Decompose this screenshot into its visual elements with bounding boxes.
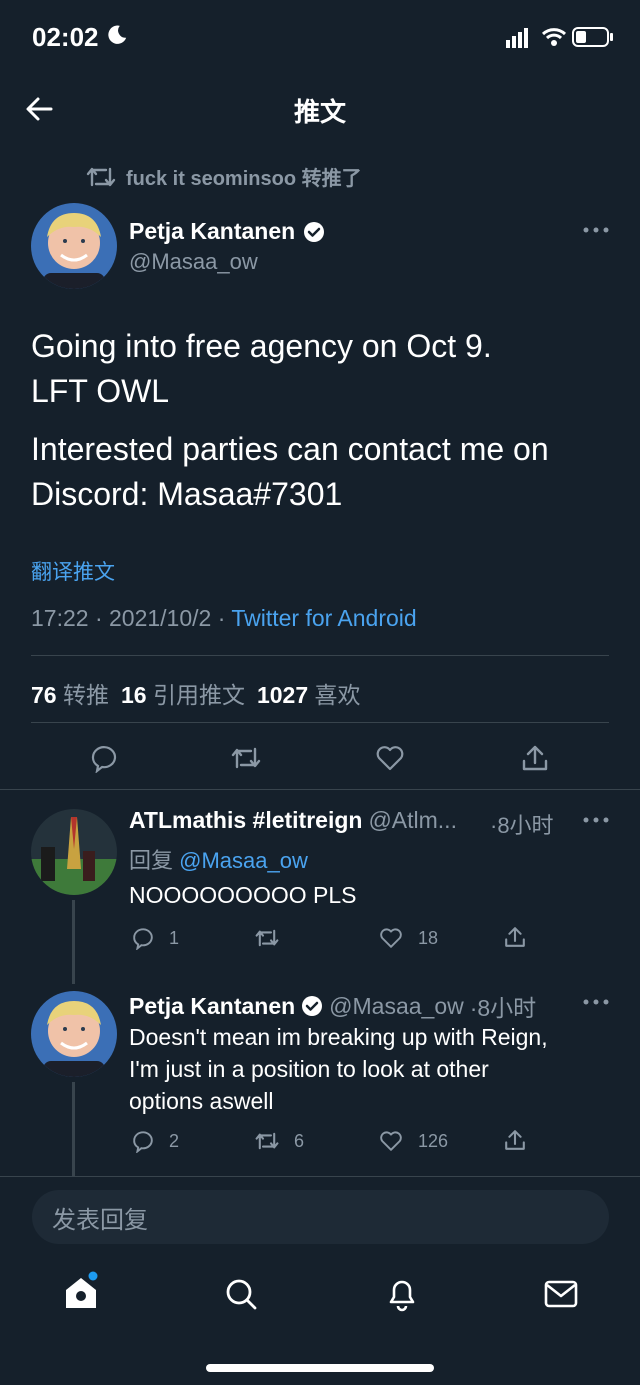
heart-icon[interactable] — [375, 743, 405, 773]
divider — [31, 722, 609, 723]
reply-count: 2 — [169, 1130, 180, 1151]
retweet-icon — [86, 167, 116, 186]
reply-action[interactable]: 1 — [131, 926, 179, 950]
author-name[interactable]: Petja Kantanen — [129, 218, 295, 245]
thread-line — [72, 900, 75, 984]
tweet-line: Going into free agency on Oct 9. — [31, 328, 492, 364]
share-icon[interactable] — [520, 743, 550, 773]
avatar[interactable] — [31, 203, 117, 289]
more-icon[interactable] — [583, 998, 609, 1006]
home-icon — [66, 1271, 98, 1308]
retweet-action[interactable] — [254, 926, 280, 950]
more-icon[interactable] — [583, 816, 609, 824]
reply-avatar[interactable] — [31, 991, 117, 1077]
heart-icon — [380, 928, 402, 948]
thread-line — [72, 1082, 75, 1176]
reply-line: options aswell — [129, 1088, 274, 1114]
divider — [0, 789, 640, 790]
like-count: 18 — [418, 927, 439, 948]
like-action[interactable]: 18 — [378, 926, 438, 950]
reply-author-handle[interactable]: @Masaa_ow — [329, 993, 464, 1020]
like-action[interactable]: 126 — [378, 1129, 448, 1153]
search-icon[interactable] — [224, 1277, 258, 1311]
likes-stat[interactable]: 1027 喜欢 — [257, 676, 361, 710]
reply-author-name[interactable]: Petja Kantanen — [129, 993, 295, 1020]
tweet-source[interactable]: Twitter for Android — [231, 605, 416, 631]
author-handle[interactable]: @Masaa_ow — [129, 249, 258, 275]
battery-icon — [572, 27, 613, 47]
share-icon[interactable] — [503, 925, 527, 949]
replying-to-prefix: 回复 — [129, 848, 174, 873]
composer-placeholder: 发表回复 — [52, 1206, 148, 1234]
reply-time: ·8小时 — [490, 813, 554, 838]
retweets-stat[interactable]: 76 转推 — [31, 676, 109, 710]
share-icon[interactable] — [503, 1128, 527, 1152]
reply-author-handle[interactable]: @Atlm... — [368, 807, 457, 834]
do-not-disturb-moon-icon — [108, 25, 127, 44]
reply-composer-input[interactable]: 发表回复 — [32, 1190, 609, 1244]
mail-icon[interactable] — [544, 1280, 578, 1308]
heart-icon — [380, 1131, 402, 1151]
quotes-stat[interactable]: 16 引用推文 — [121, 676, 245, 710]
tweet-line: Interested parties can contact me on — [31, 431, 549, 467]
verified-badge-icon — [302, 996, 323, 1016]
retweets-count: 76 — [31, 682, 57, 708]
retweeted-by-text: fuck it seominsoo 转推了 — [126, 168, 362, 190]
replying-to-handle[interactable]: @Masaa_ow — [179, 848, 308, 873]
retweet-count: 6 — [294, 1130, 305, 1151]
tweet-stats: 76 转推 16 引用推文 1027 喜欢 — [31, 676, 361, 710]
retweet-icon — [255, 1132, 279, 1150]
translate-link[interactable]: 翻译推文 — [31, 556, 115, 586]
quotes-label: 引用推文 — [152, 682, 245, 708]
reply-line: I'm just in a position to look at other — [129, 1056, 489, 1082]
bell-icon[interactable] — [385, 1276, 419, 1312]
wifi-icon — [541, 28, 567, 46]
likes-label: 喜欢 — [314, 682, 361, 708]
retweet-icon[interactable] — [231, 743, 261, 773]
retweet-icon — [255, 929, 279, 947]
reply-author-name[interactable]: ATLmathis #letitreign — [129, 807, 362, 834]
page-title: 推文 — [293, 97, 346, 127]
reply-time: ·8小时 — [469, 995, 537, 1021]
quotes-count: 16 — [120, 682, 147, 708]
divider — [31, 655, 609, 656]
tweet-line: Discord: Masaa#7301 — [31, 476, 343, 512]
tweet-text: Going into free agency on Oct 9. LFT OWL… — [31, 324, 611, 517]
retweets-label: 转推 — [62, 682, 109, 708]
more-icon[interactable] — [583, 226, 609, 234]
reply-line: Doesn't mean im breaking up with Reign, — [129, 1024, 548, 1050]
reply-icon — [133, 928, 153, 950]
reply-avatar[interactable] — [31, 809, 117, 895]
reply-text: NOOOOOOOOO PLS — [129, 882, 357, 908]
divider — [0, 1176, 640, 1177]
reply-icon[interactable] — [89, 743, 119, 773]
retweeted-by[interactable]: fuck it seominsoo 转推了 — [86, 162, 362, 191]
reply-text: Doesn't mean im breaking up with Reign, … — [129, 1021, 548, 1117]
tweet-line: LFT OWL — [31, 373, 170, 409]
reply-icon — [133, 1131, 153, 1153]
status-time: 02:02 — [32, 22, 99, 52]
reply-action[interactable]: 2 — [131, 1129, 179, 1153]
retweet-action[interactable]: 6 — [254, 1129, 304, 1153]
cellular-signal-icon — [506, 28, 528, 48]
reply-count: 1 — [169, 927, 180, 948]
like-count: 126 — [418, 1130, 449, 1151]
tab-home[interactable] — [62, 1270, 102, 1314]
home-indicator[interactable] — [206, 1364, 434, 1372]
verified-badge-icon — [304, 221, 325, 242]
likes-count: 1027 — [256, 682, 309, 708]
tweet-timestamp: 17:22 · 2021/10/2 · — [31, 605, 232, 631]
